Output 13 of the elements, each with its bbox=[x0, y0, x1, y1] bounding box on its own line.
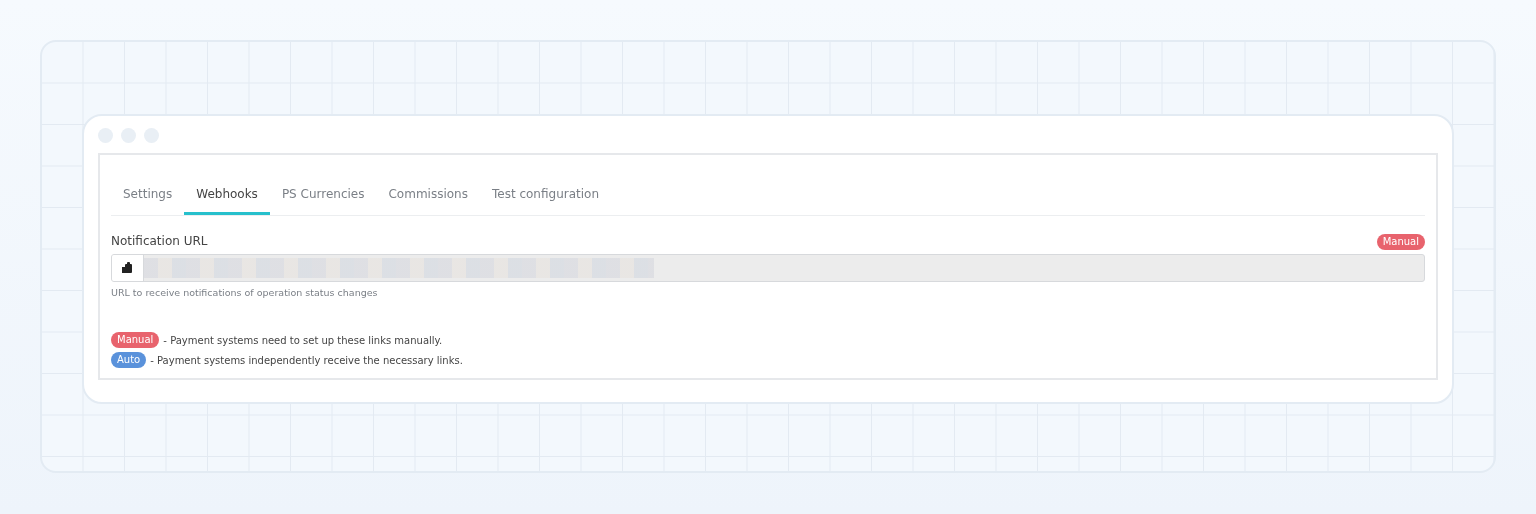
tab[interactable]: Test configuration bbox=[479, 177, 611, 215]
status-tag: Manual bbox=[1376, 234, 1425, 250]
tab[interactable]: PS Currencies bbox=[269, 177, 377, 215]
legend-text: - Payment systems independently receive the necessary links. bbox=[150, 353, 463, 368]
tab[interactable]: Commissions bbox=[376, 177, 480, 215]
help-text: URL to receive notifications of operation status changes bbox=[111, 286, 379, 300]
status-tag: Manual bbox=[111, 332, 160, 349]
field-label: Notification URL bbox=[111, 233, 208, 250]
legend-text: - Payment systems need to set up these links manually. bbox=[163, 333, 443, 348]
tab[interactable]: Webhooks bbox=[184, 177, 270, 215]
tab[interactable]: Settings bbox=[111, 177, 185, 215]
status-tag: Auto bbox=[111, 352, 147, 369]
clipboard-icon bbox=[122, 262, 133, 274]
